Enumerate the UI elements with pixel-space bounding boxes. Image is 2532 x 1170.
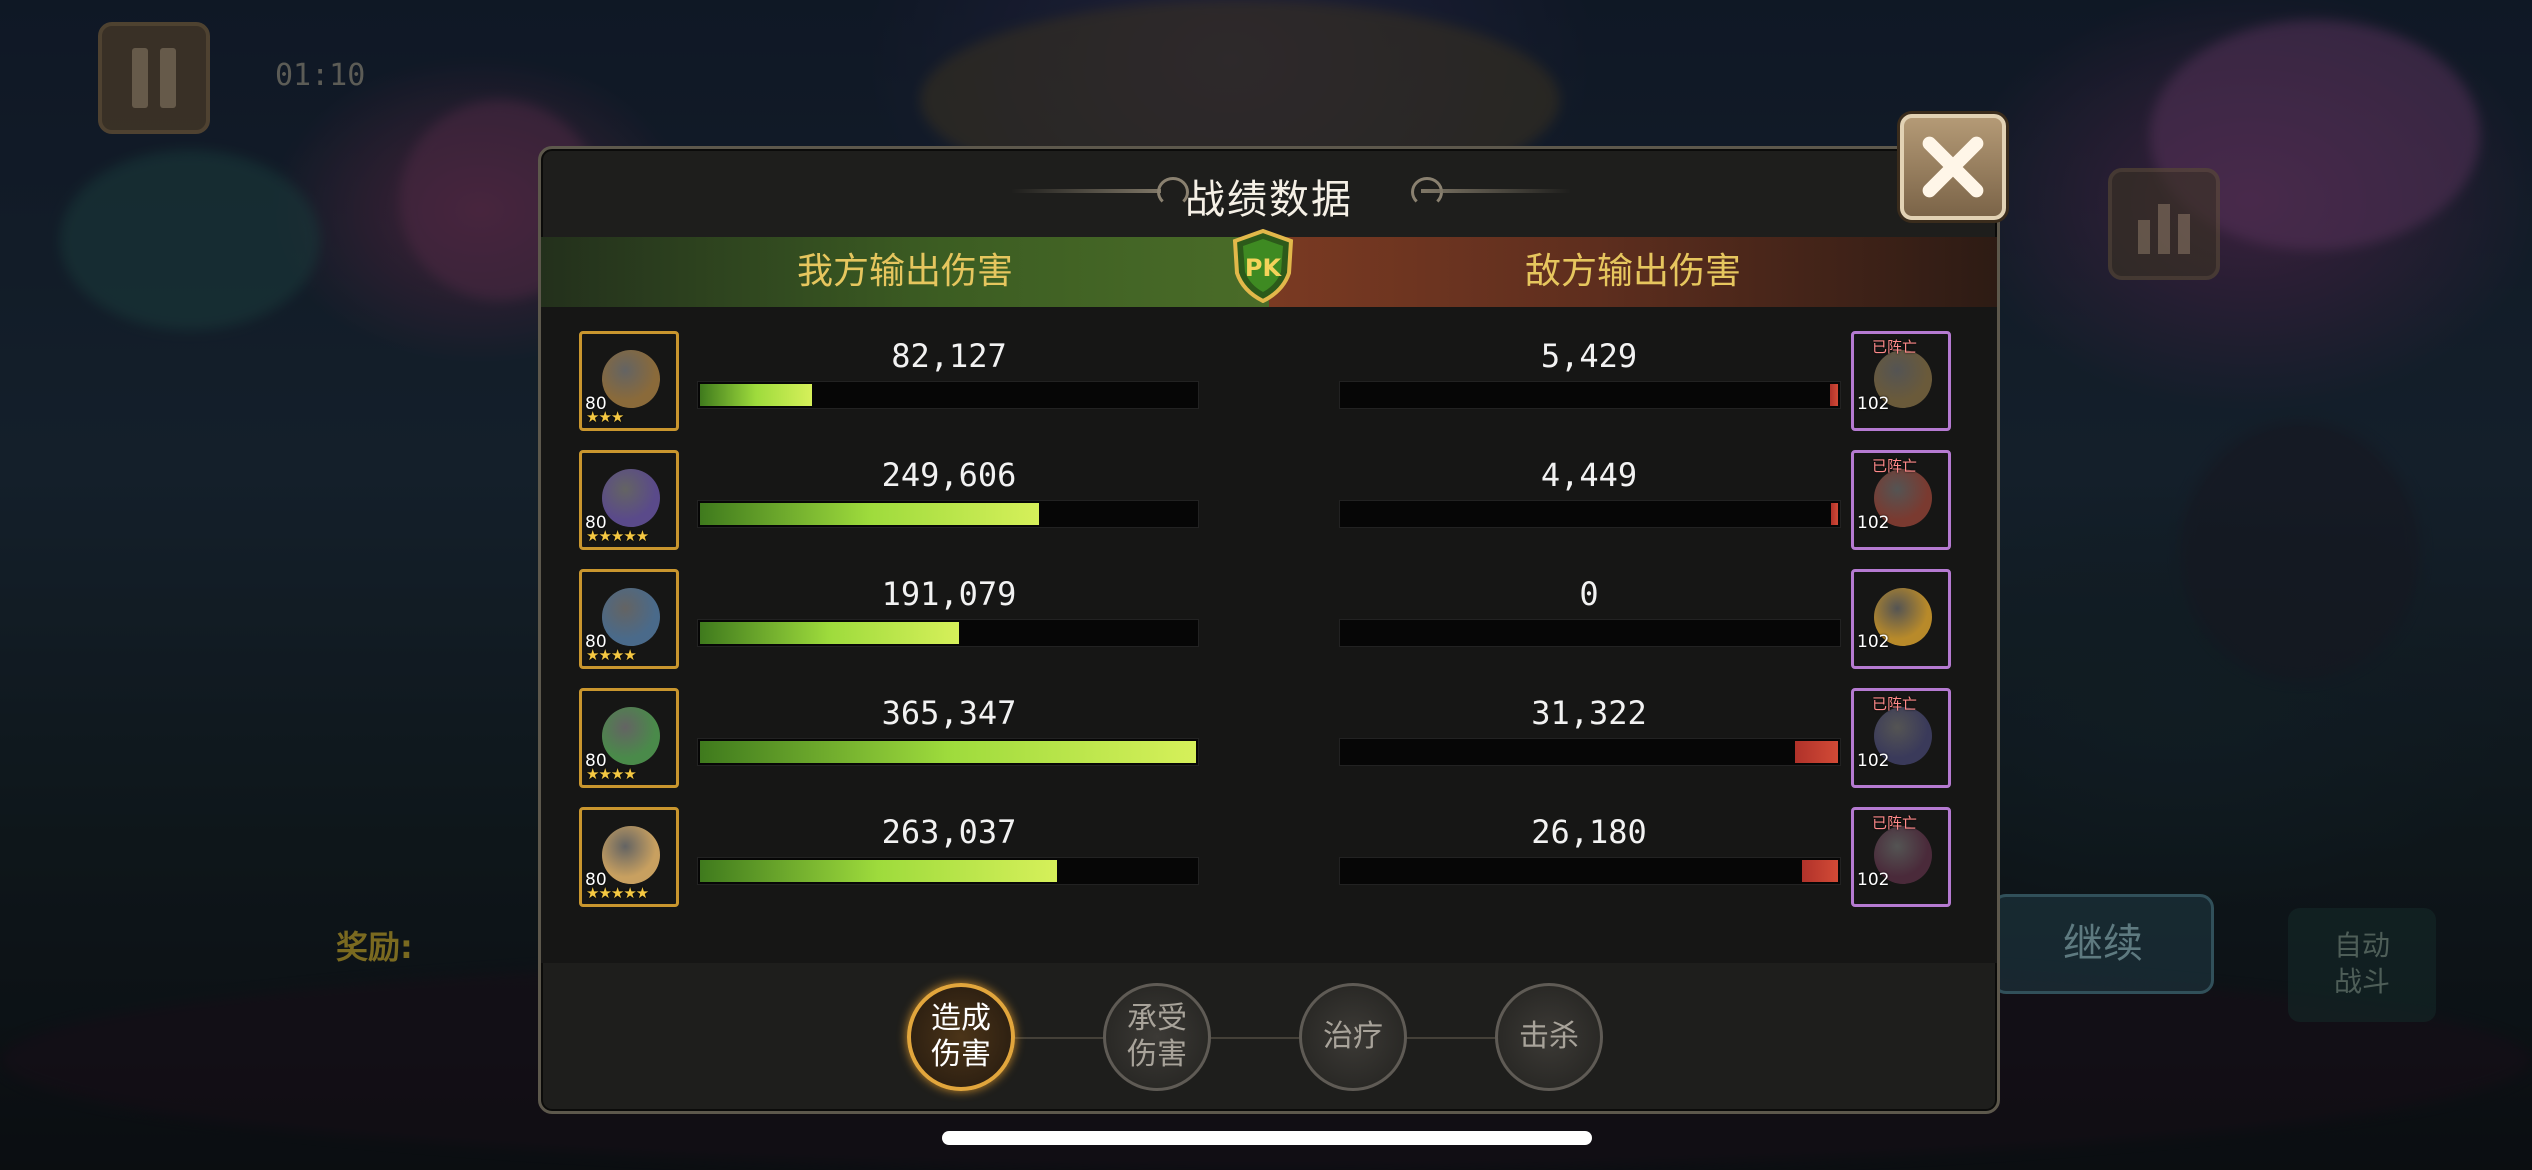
hero-level: 102 <box>1857 870 1890 890</box>
ally-damage-bar <box>697 500 1199 528</box>
category-label-2: 伤害 <box>1127 1037 1187 1072</box>
enemy-damage-bar <box>1339 619 1841 647</box>
continue-button[interactable]: 继续 <box>1992 894 2214 994</box>
bar-chart-icon <box>2138 220 2150 254</box>
damage-list: 80 ★★★ 82,127 5,429 已阵亡 102 80 ★★★★★ 249… <box>541 307 1997 963</box>
category-button-2[interactable]: 治疗 <box>1299 983 1407 1091</box>
ally-damage-value: 191,079 <box>881 575 1017 613</box>
enemy-damage-bar <box>1339 738 1841 766</box>
hero-stars: ★★★★ <box>586 646 637 664</box>
ally-damage-header: 我方输出伤害 <box>541 237 1269 307</box>
ally-damage-bar <box>697 738 1199 766</box>
ally-damage-bar-fill <box>700 384 812 406</box>
enemy-hero-avatar[interactable]: 102 <box>1851 569 1951 669</box>
hero-portrait <box>602 350 660 408</box>
hero-stars: ★★★★ <box>586 765 637 783</box>
hero-level: 102 <box>1857 751 1890 771</box>
pk-badge-text: PK <box>1245 254 1283 282</box>
damage-row: 80 ★★★★★ 249,606 4,449 已阵亡 102 <box>541 450 1997 560</box>
reward-label: 奖励: <box>336 928 413 966</box>
enemy-damage-bar <box>1339 381 1841 409</box>
ally-damage-bar-fill <box>700 622 959 644</box>
category-button-1[interactable]: 承受 伤害 <box>1103 983 1211 1091</box>
ally-damage-value: 263,037 <box>881 813 1017 851</box>
ally-hero-avatar[interactable]: 80 ★★★★ <box>579 688 679 788</box>
ally-damage-value: 82,127 <box>891 337 1007 375</box>
enemy-damage-bar <box>1339 500 1841 528</box>
category-label: 造成 <box>931 1001 991 1036</box>
category-button-0[interactable]: 造成 伤害 <box>907 983 1015 1091</box>
enemy-damage-value: 0 <box>1579 575 1599 613</box>
damage-row: 80 ★★★★ 191,079 0 102 <box>541 569 1997 679</box>
title-ornament-right <box>1421 189 1571 193</box>
auto-battle-button[interactable]: 自动 战斗 <box>2288 908 2436 1022</box>
battle-timer: 01:10 <box>275 58 366 93</box>
ally-hero-avatar[interactable]: 80 ★★★★★ <box>579 807 679 907</box>
ally-damage-bar <box>697 381 1199 409</box>
ally-damage-bar-fill <box>700 860 1057 882</box>
hero-stars: ★★★ <box>586 408 624 426</box>
damage-row: 80 ★★★★ 365,347 31,322 已阵亡 102 <box>541 688 1997 798</box>
auto-label: 自动 <box>2333 929 2390 962</box>
hero-stars: ★★★★★ <box>586 884 649 902</box>
enemy-hero-avatar[interactable]: 已阵亡 102 <box>1851 450 1951 550</box>
enemy-damage-bar <box>1339 857 1841 885</box>
statistics-button[interactable] <box>2108 168 2220 280</box>
hero-level: 102 <box>1857 513 1890 533</box>
enemy-damage-bar-fill <box>1831 503 1838 525</box>
pause-button[interactable] <box>98 22 210 134</box>
ally-hero-avatar[interactable]: 80 ★★★★★ <box>579 450 679 550</box>
battle-label: 战斗 <box>2333 965 2390 998</box>
enemy-damage-value: 4,449 <box>1540 456 1638 494</box>
enemy-hero-avatar[interactable]: 已阵亡 102 <box>1851 688 1951 788</box>
ally-damage-bar <box>697 619 1199 647</box>
enemy-damage-bar-fill <box>1830 384 1838 406</box>
category-label-2: 伤害 <box>931 1037 991 1072</box>
enemy-damage-value: 5,429 <box>1540 337 1638 375</box>
category-label: 击杀 <box>1519 1019 1579 1054</box>
home-indicator[interactable] <box>942 1131 1592 1145</box>
ally-damage-bar-fill <box>700 503 1039 525</box>
hero-level: 102 <box>1857 632 1890 652</box>
damage-row: 80 ★★★ 82,127 5,429 已阵亡 102 <box>541 331 1997 441</box>
close-x-icon <box>1922 136 1984 198</box>
enemy-hero-avatar[interactable]: 已阵亡 102 <box>1851 807 1951 907</box>
ally-damage-bar-fill <box>700 741 1196 763</box>
ally-damage-value: 365,347 <box>881 694 1017 732</box>
enemy-damage-header: 敌方输出伤害 <box>1269 237 1997 307</box>
defeated-label: 已阵亡 <box>1872 814 1918 832</box>
ally-hero-avatar[interactable]: 80 ★★★★ <box>579 569 679 669</box>
pk-shield-icon: PK <box>1232 229 1294 303</box>
hero-portrait <box>602 707 660 765</box>
enemy-damage-value: 26,180 <box>1531 813 1647 851</box>
ally-damage-bar <box>697 857 1199 885</box>
hero-stars: ★★★★★ <box>586 527 649 545</box>
defeated-label: 已阵亡 <box>1872 338 1918 356</box>
hero-level: 102 <box>1857 394 1890 414</box>
damage-row: 80 ★★★★★ 263,037 26,180 已阵亡 102 <box>541 807 1997 917</box>
battle-stats-panel: 战绩数据 我方输出伤害 敌方输出伤害 PK 80 ★★★ 82,127 5,42… <box>538 146 2000 1114</box>
hero-portrait <box>602 469 660 527</box>
defeated-label: 已阵亡 <box>1872 457 1918 475</box>
category-button-3[interactable]: 击杀 <box>1495 983 1603 1091</box>
panel-title: 战绩数据 <box>1185 177 1353 223</box>
close-button[interactable] <box>1900 114 2006 220</box>
category-selector: 造成 伤害 承受 伤害 治疗 击杀 <box>541 963 1997 1111</box>
enemy-hero-avatar[interactable]: 已阵亡 102 <box>1851 331 1951 431</box>
enemy-damage-value: 31,322 <box>1531 694 1647 732</box>
defeated-label: 已阵亡 <box>1872 695 1918 713</box>
enemy-damage-bar-fill <box>1802 860 1838 882</box>
enemy-damage-bar-fill <box>1795 741 1838 763</box>
ally-hero-avatar[interactable]: 80 ★★★ <box>579 331 679 431</box>
ally-damage-value: 249,606 <box>881 456 1017 494</box>
category-label: 承受 <box>1127 1001 1187 1036</box>
hero-portrait <box>602 826 660 884</box>
category-label: 治疗 <box>1323 1019 1383 1054</box>
hero-portrait <box>602 588 660 646</box>
category-connector <box>931 1037 1551 1039</box>
